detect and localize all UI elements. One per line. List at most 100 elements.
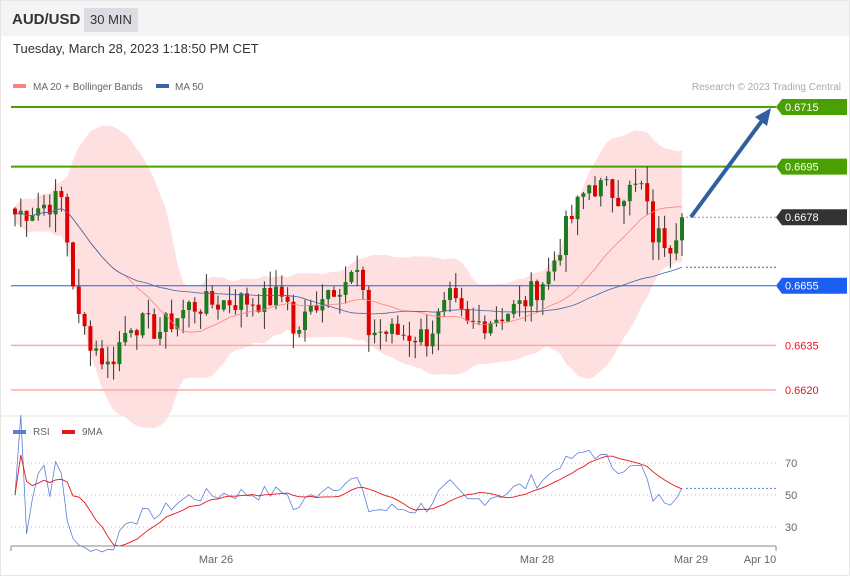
candle: [82, 313, 87, 327]
resistance-label: 0.6695: [785, 162, 819, 174]
candle: [535, 281, 539, 301]
candle: [378, 331, 383, 333]
candle: [494, 319, 499, 323]
candle: [372, 332, 377, 336]
candle: [471, 320, 476, 322]
candle: [146, 313, 151, 315]
candle: [204, 291, 209, 314]
candle: [59, 191, 64, 197]
candle: [140, 313, 145, 336]
candle: [88, 326, 93, 351]
candle: [482, 321, 487, 334]
candle: [303, 311, 307, 331]
candle: [575, 196, 580, 220]
candle: [308, 305, 313, 312]
last-label: 0.6678: [785, 212, 819, 224]
candle: [187, 301, 191, 311]
resistance-label: 0.6715: [785, 102, 819, 114]
candle: [453, 288, 458, 299]
support-label: 0.6635: [785, 340, 819, 352]
candle: [680, 217, 684, 241]
candle: [349, 271, 354, 283]
ma50-legend-label: MA 50: [175, 82, 204, 93]
candle: [552, 260, 557, 272]
candle: [227, 300, 232, 306]
ma20-legend-label: MA 20 + Bollinger Bands: [33, 82, 143, 93]
candle: [569, 215, 574, 220]
candle: [100, 348, 104, 365]
candle: [181, 310, 186, 319]
candle: [355, 269, 360, 272]
rsi-ma-line: [14, 454, 683, 547]
forecast-arrowhead: [755, 108, 771, 126]
candle: [604, 179, 609, 181]
candle: [558, 255, 563, 261]
candle: [268, 288, 273, 306]
candle: [413, 340, 418, 343]
candle: [111, 361, 116, 365]
ma50-legend-swatch: [156, 84, 169, 88]
x-tick: Mar 26: [199, 554, 233, 566]
candle: [674, 240, 679, 254]
rsi-ma-legend-label: 9MA: [82, 427, 103, 438]
candle: [30, 215, 35, 221]
candle: [297, 330, 302, 334]
candle: [105, 361, 110, 365]
candle: [152, 314, 157, 339]
x-tick: Mar 28: [520, 554, 554, 566]
candle: [430, 333, 435, 347]
candle: [390, 323, 394, 334]
candle: [517, 300, 522, 304]
candle: [581, 193, 586, 197]
credit-label: Research © 2023 Trading Central: [692, 82, 841, 93]
candle: [401, 334, 406, 336]
candle: [668, 247, 673, 254]
candle: [24, 210, 29, 221]
candle: [424, 329, 429, 347]
candle: [633, 183, 638, 185]
candle: [285, 296, 290, 302]
candle: [459, 298, 464, 309]
candle: [42, 204, 46, 209]
candle: [656, 228, 661, 243]
candle: [529, 281, 534, 307]
candle: [662, 228, 667, 248]
candle: [616, 197, 621, 207]
candle: [262, 288, 267, 312]
candle: [477, 321, 481, 323]
candle: [523, 300, 528, 307]
candle: [506, 314, 510, 322]
candle: [233, 305, 238, 310]
candle: [71, 242, 75, 287]
candle: [651, 201, 655, 243]
candle: [13, 208, 17, 215]
candle: [337, 294, 342, 297]
candle: [448, 288, 452, 300]
candle: [465, 308, 470, 321]
candle: [436, 311, 441, 334]
candle: [123, 333, 128, 343]
rsi-line: [14, 414, 683, 553]
candle: [192, 301, 197, 312]
price-chart: MA 20 + Bollinger Bands MA 50 Research ©…: [0, 82, 850, 566]
rsi-ma-legend-swatch: [62, 430, 75, 434]
candle: [158, 331, 162, 339]
candle: [291, 301, 296, 334]
candle: [639, 183, 644, 185]
candle: [76, 286, 81, 314]
candle: [221, 300, 226, 310]
candle: [564, 215, 568, 256]
candle: [326, 290, 331, 300]
candle: [65, 196, 70, 243]
candle: [384, 331, 389, 334]
rsi-tick: 30: [785, 522, 797, 534]
candle: [546, 271, 551, 285]
candle: [274, 286, 278, 306]
candle: [94, 348, 99, 351]
candle: [500, 319, 505, 322]
candle: [332, 290, 336, 297]
candle: [134, 330, 139, 336]
candle: [419, 329, 423, 343]
bollinger-band: [15, 125, 682, 429]
candle: [129, 330, 133, 334]
